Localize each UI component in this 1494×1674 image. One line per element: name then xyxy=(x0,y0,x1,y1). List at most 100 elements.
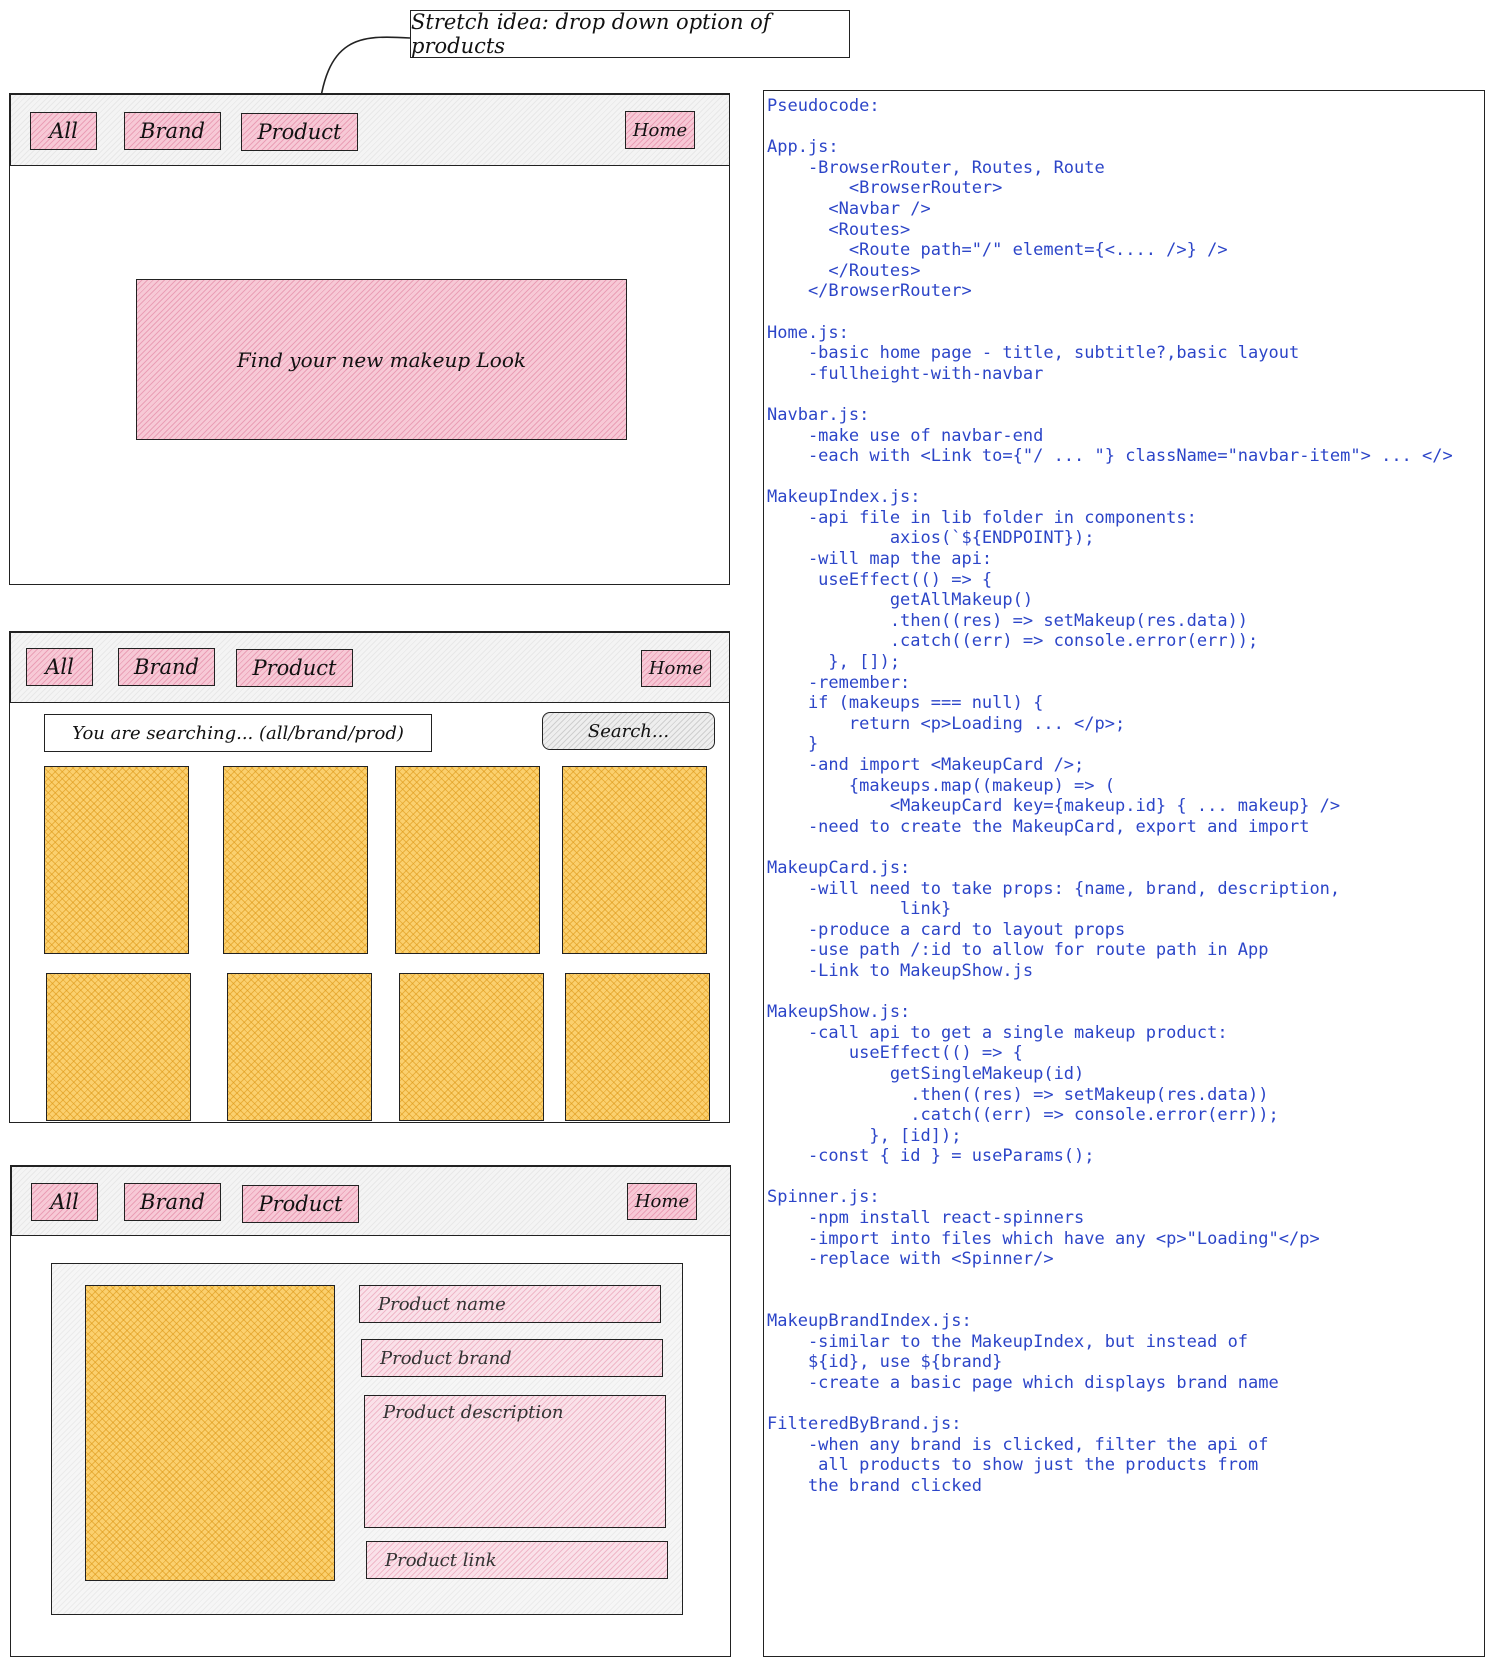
pseudocode-line: -and import <MakeupCard />; xyxy=(767,755,1085,775)
pseudocode-line: -will need to take props: {name, brand, … xyxy=(767,878,1341,899)
pseudocode-line: -need to create the MakeupCard, export a… xyxy=(767,816,1310,837)
search-label: You are searching... (all/brand/prod) xyxy=(72,722,404,744)
pseudocode-lines: Pseudocode: App.js: -BrowserRouter, Rout… xyxy=(767,96,1484,1496)
pseudocode-line: -when any brand is clicked, filter the a… xyxy=(767,1434,1269,1455)
pseudocode-line: App.js: xyxy=(767,137,839,158)
stretch-idea-text: Stretch idea: drop down option of produc… xyxy=(411,10,771,58)
pseudocode-line: -will map the api: xyxy=(767,549,993,570)
product-link-field[interactable]: Product link xyxy=(366,1541,668,1579)
pseudocode-line: -npm install react-spinners xyxy=(767,1208,1085,1229)
pseudocode-line: -similar to the MakeupIndex, but instead… xyxy=(767,1331,1249,1352)
pseudocode-line: </BrowserRouter> xyxy=(767,281,972,302)
pseudocode-line: MakeupIndex.js: xyxy=(767,487,921,508)
product-card[interactable] xyxy=(399,973,544,1121)
pseudocode-line: link} xyxy=(767,899,952,920)
pseudocode-line: FilteredByBrand.js: xyxy=(767,1414,962,1434)
pseudocode-line: -replace with <Spinner/> xyxy=(767,1249,1054,1270)
pseudocode-line: -each with <Link to={"/ ... "} className… xyxy=(767,446,1453,467)
nav-home-button[interactable]: Home xyxy=(641,650,711,687)
pseudocode-line: -const { id } = useParams(); xyxy=(767,1146,1095,1167)
nav-home-button[interactable]: Home xyxy=(627,1183,697,1220)
pseudocode-line: return <p>Loading ... </p>; xyxy=(767,713,1126,734)
product-card[interactable] xyxy=(395,766,540,954)
pseudocode-line: -api file in lib folder in components: xyxy=(767,507,1197,528)
pseudocode-line: if (makeups === null) { xyxy=(767,693,1044,714)
pseudocode-line: -import into files which have any <p>"Lo… xyxy=(767,1228,1320,1249)
hero-text: Find your new makeup Look xyxy=(236,347,526,372)
pseudocode-line: MakeupCard.js: xyxy=(767,857,911,878)
search-button[interactable]: Search... xyxy=(542,712,715,750)
pseudocode-line xyxy=(767,384,1484,405)
pseudocode-line: Spinner.js: xyxy=(767,1187,880,1208)
pseudocode-line: -create a basic page which displays bran… xyxy=(767,1372,1279,1393)
pseudocode-line: <Route path="/" element={<.... />} /> xyxy=(767,240,1228,261)
pseudocode-line: -remember: xyxy=(767,672,911,693)
pseudocode-line xyxy=(767,1167,1484,1188)
product-image xyxy=(85,1285,335,1581)
pseudocode-line: <Navbar /> xyxy=(767,198,931,219)
pseudocode-line: MakeupBrandIndex.js: xyxy=(767,1311,972,1332)
product-card[interactable] xyxy=(562,766,707,954)
pseudocode-line xyxy=(767,837,1484,858)
nav-brand-button[interactable]: Brand xyxy=(118,648,215,686)
nav-product-button[interactable]: Product xyxy=(242,1185,359,1223)
pseudocode-line: }, [id]); xyxy=(767,1125,962,1146)
product-card[interactable] xyxy=(565,973,710,1121)
product-card[interactable] xyxy=(46,973,191,1121)
pseudocode-line: -BrowserRouter, Routes, Route xyxy=(767,157,1105,178)
pseudocode-line xyxy=(767,1290,1484,1311)
pseudocode-panel: Pseudocode: App.js: -BrowserRouter, Rout… xyxy=(763,90,1485,1657)
hero-banner: Find your new makeup Look xyxy=(136,279,627,440)
pseudocode-line: .catch((err) => console.error(err)); xyxy=(767,1105,1279,1126)
home-wireframe: All Brand Product Home Find your new mak… xyxy=(9,93,730,585)
pseudocode-line: } xyxy=(767,734,819,755)
pseudocode-line: useEffect(() => { xyxy=(767,1043,1023,1064)
nav-home-button[interactable]: Home xyxy=(625,111,695,149)
pseudocode-line: -make use of navbar-end xyxy=(767,425,1044,446)
pseudocode-line xyxy=(767,1393,1484,1414)
pseudocode-line: .catch((err) => console.error(err)); xyxy=(767,631,1259,652)
pseudocode-line: .then((res) => setMakeup(res.data)) xyxy=(767,610,1249,631)
stretch-idea-note: Stretch idea: drop down option of produc… xyxy=(410,10,850,58)
show-navbar: All Brand Product Home xyxy=(11,1166,731,1236)
pseudocode-line xyxy=(767,302,1484,323)
nav-brand-button[interactable]: Brand xyxy=(124,1183,221,1221)
pseudocode-line: the brand clicked xyxy=(767,1475,982,1496)
index-navbar: All Brand Product Home xyxy=(10,632,730,703)
pseudocode-line: MakeupShow.js: xyxy=(767,1002,911,1023)
pseudocode-line: Home.js: xyxy=(767,322,849,343)
pseudocode-line: -produce a card to layout props xyxy=(767,919,1126,940)
nav-product-button[interactable]: Product xyxy=(236,649,353,687)
nav-all-button[interactable]: All xyxy=(26,648,93,686)
pseudocode-line: ${id}, use ${brand} xyxy=(767,1352,1003,1373)
product-card[interactable] xyxy=(227,973,372,1121)
product-description-field: Product description xyxy=(364,1395,666,1528)
pseudocode-line: <BrowserRouter> xyxy=(767,178,1003,199)
index-wireframe: All Brand Product Home You are searching… xyxy=(9,631,730,1123)
nav-product-button[interactable]: Product xyxy=(241,113,358,151)
pseudocode-line: useEffect(() => { xyxy=(767,569,993,590)
nav-all-button[interactable]: All xyxy=(30,112,97,150)
pseudocode-line xyxy=(767,982,1484,1003)
product-brand-field: Product brand xyxy=(361,1339,663,1377)
pseudocode-line xyxy=(767,467,1484,488)
pseudocode-line: -Link to MakeupShow.js xyxy=(767,960,1034,981)
pseudocode-line: -use path /:id to allow for route path i… xyxy=(767,940,1269,961)
pseudocode-line: {makeups.map((makeup) => ( xyxy=(767,775,1115,796)
pseudocode-line: all products to show just the products f… xyxy=(767,1455,1259,1476)
pseudocode-line xyxy=(767,1270,1484,1291)
pseudocode-line: .then((res) => setMakeup(res.data)) xyxy=(767,1084,1269,1105)
pseudocode-line xyxy=(767,117,1484,138)
product-description-label: Product description xyxy=(383,1402,564,1423)
pseudocode-line: getSingleMakeup(id) xyxy=(767,1063,1085,1084)
nav-all-button[interactable]: All xyxy=(31,1183,98,1221)
pseudocode-line: Navbar.js: xyxy=(767,404,870,425)
pseudocode-line: -fullheight-with-navbar xyxy=(767,363,1044,384)
pseudocode-line: -basic home page - title, subtitle?,basi… xyxy=(767,343,1300,364)
pseudocode-line: }, []); xyxy=(767,652,901,673)
pseudocode-line: Pseudocode: xyxy=(767,96,880,116)
product-card[interactable] xyxy=(223,766,368,954)
pseudocode-line: <Routes> xyxy=(767,219,911,240)
nav-brand-button[interactable]: Brand xyxy=(124,112,221,150)
product-card[interactable] xyxy=(44,766,189,954)
